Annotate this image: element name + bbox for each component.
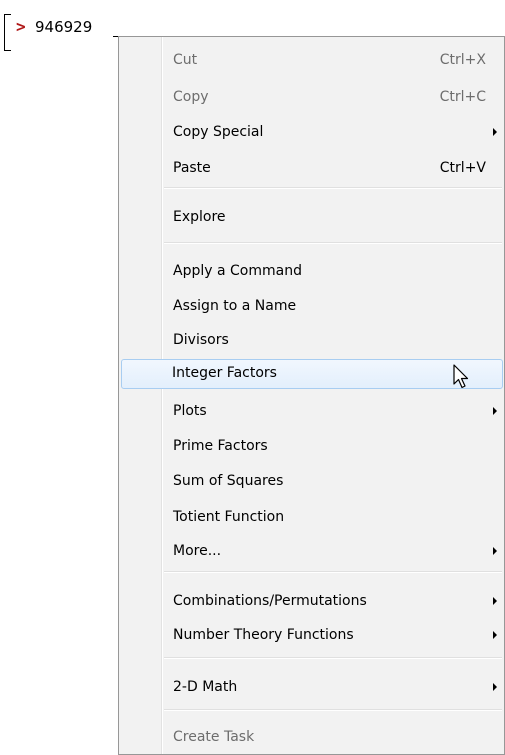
menu-item-label: Copy Special bbox=[173, 124, 264, 140]
menu-item-label: Create Task bbox=[173, 729, 255, 745]
menu-separator bbox=[164, 187, 502, 189]
menu-item-shortcut: Ctrl+V bbox=[439, 160, 486, 176]
menu-item-shortcut: Ctrl+C bbox=[439, 89, 486, 105]
submenu-arrow-icon bbox=[493, 547, 497, 555]
submenu-arrow-icon bbox=[493, 597, 497, 605]
menu-item-label: Copy bbox=[173, 89, 209, 105]
execution-group-bracket[interactable] bbox=[4, 14, 11, 51]
menu-item-label: Prime Factors bbox=[173, 438, 268, 454]
menu-separator bbox=[164, 657, 502, 659]
menu-item-label: Totient Function bbox=[173, 509, 285, 525]
menu-item-shortcut: Ctrl+X bbox=[439, 52, 486, 68]
menu-item-divisors[interactable]: Divisors bbox=[122, 326, 501, 354]
submenu-arrow-icon bbox=[493, 683, 497, 691]
menu-item-label: Cut bbox=[173, 52, 198, 68]
menu-item-label: More... bbox=[173, 543, 222, 559]
submenu-arrow-icon bbox=[493, 128, 497, 136]
menu-item-number-theory-functions[interactable]: Number Theory Functions bbox=[122, 621, 501, 649]
menu-item-label: Assign to a Name bbox=[173, 298, 297, 314]
context-menu: Cut Ctrl+X Copy Ctrl+C Copy Special Past… bbox=[118, 36, 505, 755]
menu-item-assign-to-a-name[interactable]: Assign to a Name bbox=[122, 292, 501, 320]
input-prompt-symbol: > bbox=[16, 17, 26, 36]
menu-item-label: Apply a Command bbox=[173, 263, 302, 279]
mouse-pointer-icon bbox=[453, 364, 469, 389]
menu-separator bbox=[164, 709, 502, 711]
menu-item-2d-math[interactable]: 2-D Math bbox=[122, 673, 501, 701]
menu-item-apply-a-command[interactable]: Apply a Command bbox=[122, 257, 501, 285]
menu-item-label: Number Theory Functions bbox=[173, 627, 354, 643]
menu-item-plots[interactable]: Plots bbox=[122, 397, 501, 425]
menu-item-totient-function[interactable]: Totient Function bbox=[122, 503, 501, 531]
menu-item-copy-special[interactable]: Copy Special bbox=[122, 118, 501, 146]
math-input[interactable]: 946929 bbox=[35, 18, 92, 36]
submenu-arrow-icon bbox=[493, 631, 497, 639]
menu-item-label: Combinations/Permutations bbox=[173, 593, 367, 609]
menu-item-copy[interactable]: Copy Ctrl+C bbox=[122, 83, 501, 111]
menu-item-more[interactable]: More... bbox=[122, 537, 501, 565]
menu-item-label: 2-D Math bbox=[173, 679, 238, 695]
menu-item-paste[interactable]: Paste Ctrl+V bbox=[122, 154, 501, 182]
menu-item-integer-factors[interactable]: Integer Factors bbox=[121, 359, 503, 389]
menu-item-label: Explore bbox=[173, 209, 226, 225]
menu-item-label: Paste bbox=[173, 160, 211, 176]
menu-item-explore[interactable]: Explore bbox=[122, 203, 501, 231]
menu-item-sum-of-squares[interactable]: Sum of Squares bbox=[122, 467, 501, 495]
menu-separator bbox=[164, 242, 502, 244]
menu-item-cut[interactable]: Cut Ctrl+X bbox=[122, 46, 501, 74]
menu-item-label: Sum of Squares bbox=[173, 473, 284, 489]
menu-item-label: Divisors bbox=[173, 332, 229, 348]
menu-item-create-task[interactable]: Create Task bbox=[122, 723, 501, 751]
submenu-arrow-icon bbox=[493, 407, 497, 415]
menu-separator bbox=[164, 571, 502, 573]
menu-item-prime-factors[interactable]: Prime Factors bbox=[122, 432, 501, 460]
menu-item-combinations-permutations[interactable]: Combinations/Permutations bbox=[122, 587, 501, 615]
menu-item-label: Plots bbox=[173, 403, 207, 419]
menu-item-label: Integer Factors bbox=[172, 365, 277, 381]
